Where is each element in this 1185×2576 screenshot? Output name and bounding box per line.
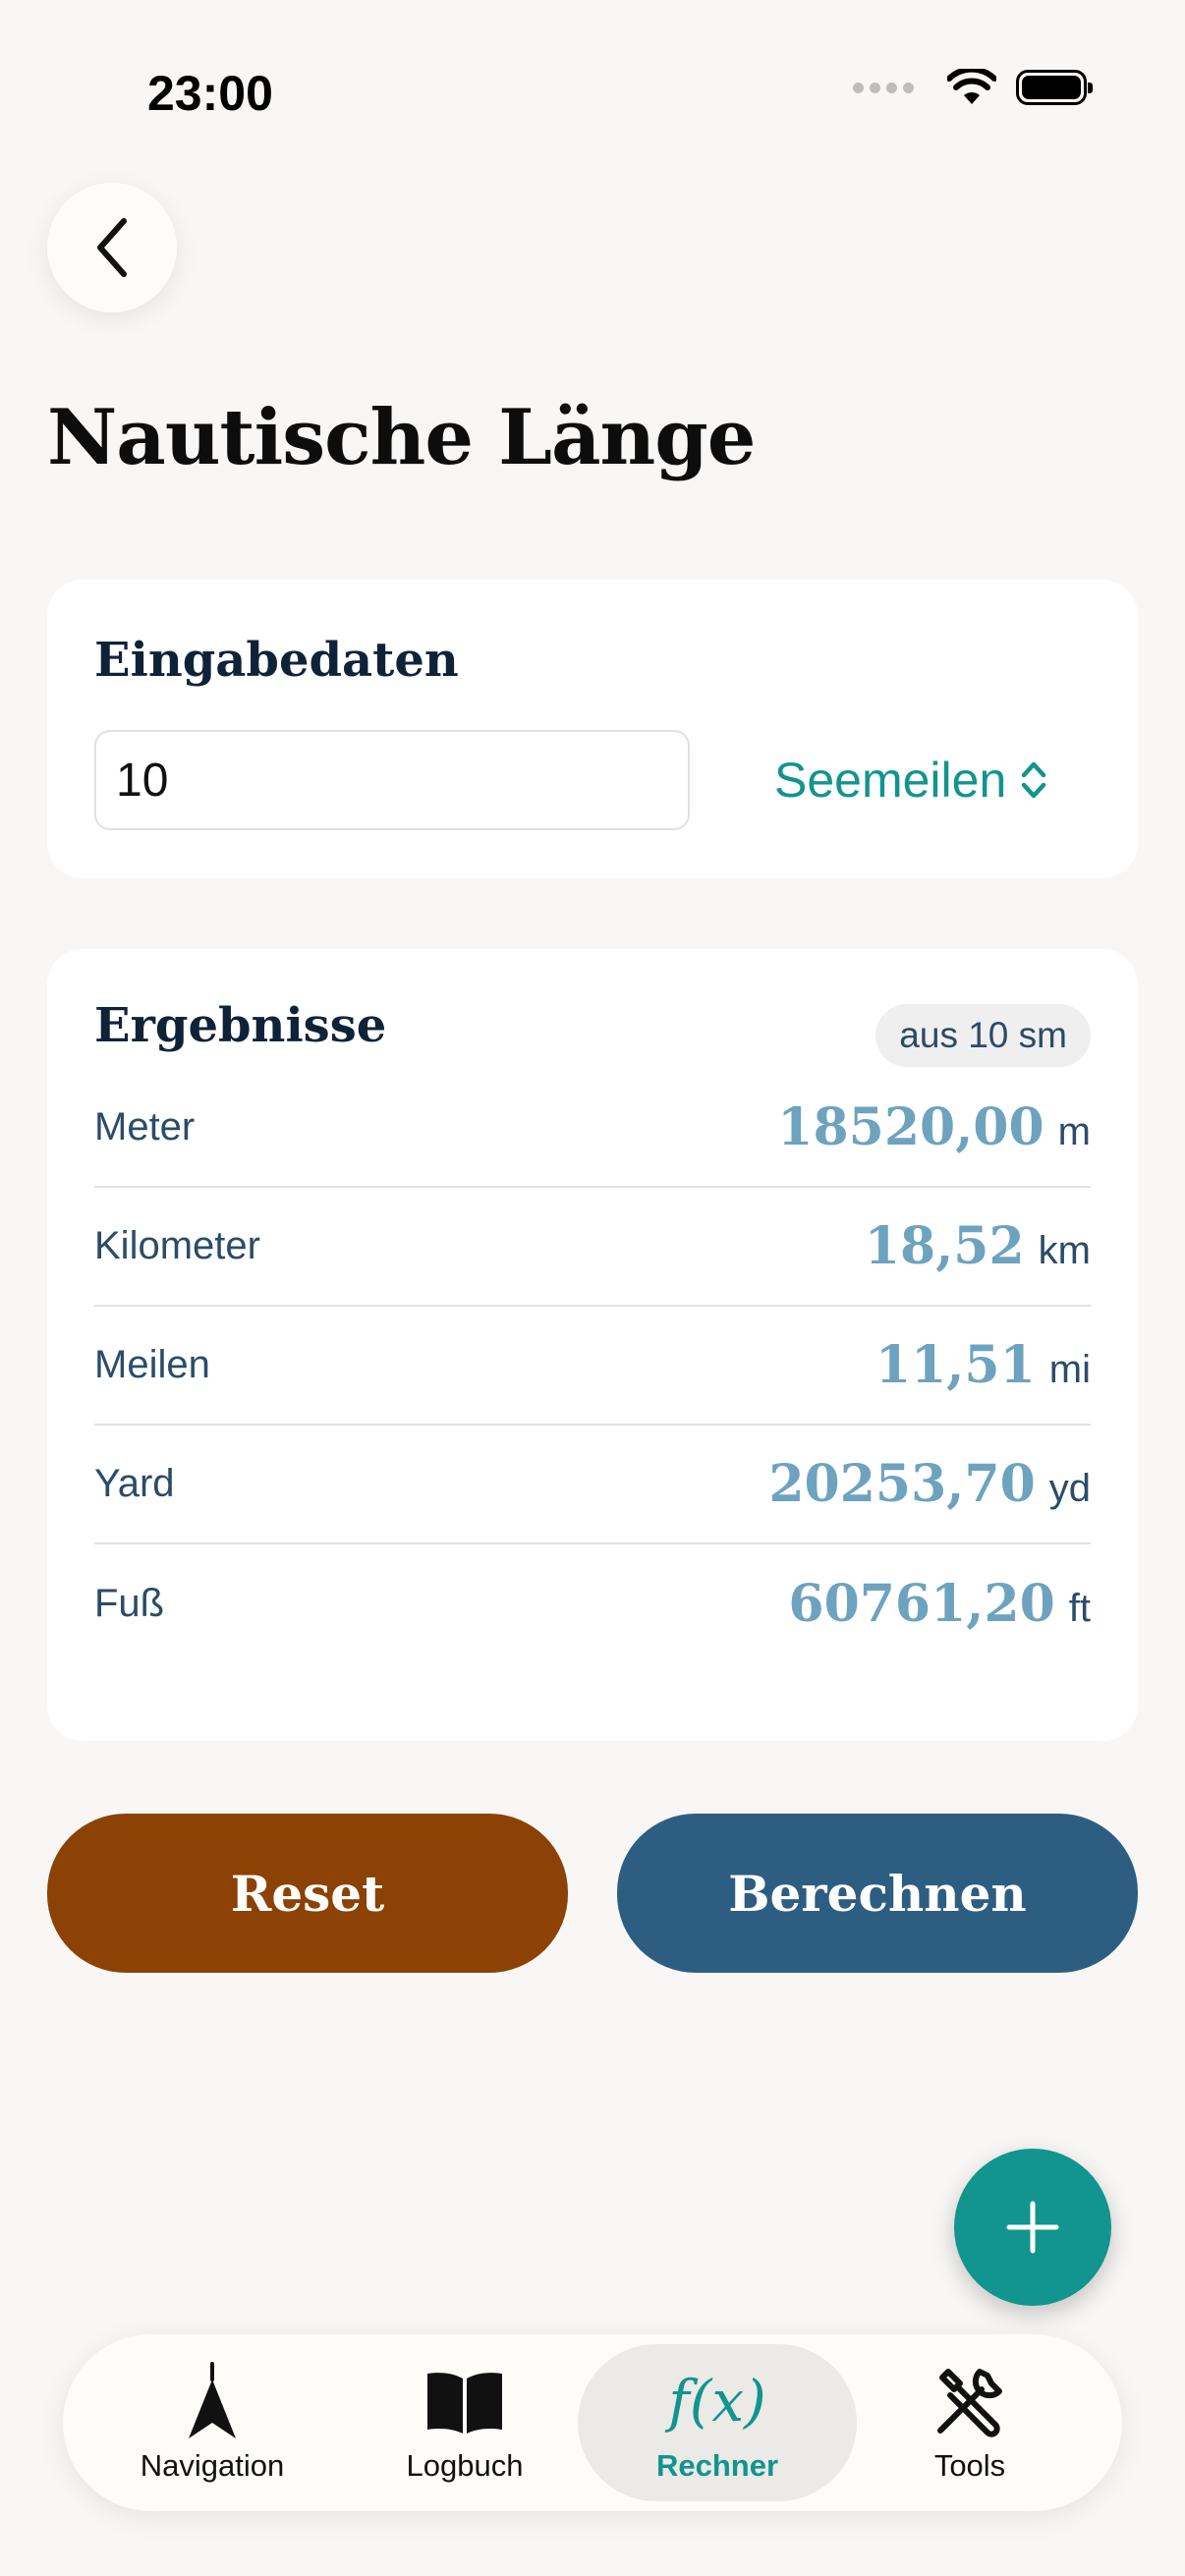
- result-label: Meilen: [94, 1343, 210, 1386]
- result-row-meter: Meter 18520,00 m: [94, 1069, 1091, 1188]
- tab-logbuch[interactable]: Logbuch: [325, 2344, 604, 2501]
- reset-button[interactable]: Reset: [47, 1814, 568, 1973]
- page-title: Nautische Länge: [47, 393, 756, 482]
- plus-icon: [1006, 2201, 1059, 2254]
- battery-icon: [1016, 70, 1093, 105]
- result-unit: mi: [1048, 1348, 1091, 1391]
- back-button[interactable]: [47, 183, 177, 312]
- result-row-meilen: Meilen 11,51 mi: [94, 1307, 1091, 1426]
- source-chip: aus 10 sm: [875, 1004, 1091, 1067]
- add-fab-button[interactable]: [954, 2149, 1111, 2306]
- status-time: 23:00: [147, 66, 273, 121]
- result-unit: m: [1057, 1110, 1091, 1153]
- function-glyph: f(x): [668, 2368, 766, 2435]
- unit-select-label: Seemeilen: [774, 753, 1007, 808]
- book-icon: [423, 2362, 506, 2440]
- unit-select[interactable]: Seemeilen: [774, 745, 1047, 815]
- chevron-up-down-icon: [1022, 761, 1046, 799]
- result-value-group: 60761,20 ft: [788, 1574, 1091, 1634]
- tab-rechner[interactable]: f(x) Rechner: [578, 2344, 857, 2501]
- tab-tools[interactable]: Tools: [830, 2344, 1109, 2501]
- function-icon: f(x): [668, 2362, 765, 2440]
- input-card: Eingabedaten Seemeilen: [47, 580, 1138, 878]
- value-input[interactable]: [94, 730, 690, 830]
- tools-icon: [931, 2362, 1009, 2440]
- cellular-signal-icon: [853, 82, 914, 93]
- tab-navigation[interactable]: Navigation: [73, 2344, 352, 2501]
- results-card: Ergebnisse aus 10 sm Meter 18520,00 m Ki…: [47, 949, 1138, 1741]
- result-value-group: 18520,00 m: [777, 1097, 1091, 1157]
- result-value: 18520,00: [777, 1097, 1044, 1157]
- result-row-yard: Yard 20253,70 yd: [94, 1426, 1091, 1544]
- tab-label: Logbuch: [406, 2448, 524, 2483]
- result-label: Fuß: [94, 1582, 165, 1625]
- input-card-heading: Eingabedaten: [94, 633, 459, 688]
- result-value: 11,51: [875, 1335, 1036, 1395]
- result-value-group: 20253,70 yd: [768, 1454, 1091, 1514]
- result-unit: yd: [1048, 1467, 1091, 1510]
- calculate-button[interactable]: Berechnen: [617, 1814, 1138, 1973]
- result-value: 60761,20: [788, 1574, 1055, 1634]
- status-indicators: [853, 69, 1093, 106]
- tab-label: Rechner: [655, 2448, 779, 2483]
- result-label: Kilometer: [94, 1224, 260, 1267]
- result-row-fuss: Fuß 60761,20 ft: [94, 1544, 1091, 1663]
- result-value-group: 11,51 mi: [875, 1335, 1091, 1395]
- tab-bar: Navigation Logbuch f(x) Rechner Tools: [63, 2334, 1122, 2511]
- chevron-left-icon: [97, 218, 127, 277]
- result-row-kilometer: Kilometer 18,52 km: [94, 1188, 1091, 1307]
- result-value: 18,52: [864, 1216, 1025, 1276]
- result-label: Yard: [94, 1462, 175, 1505]
- result-unit: km: [1038, 1229, 1091, 1272]
- results-card-heading: Ergebnisse: [94, 998, 387, 1053]
- navigation-arrow-icon: [183, 2362, 242, 2440]
- wifi-icon: [947, 69, 996, 104]
- result-value: 20253,70: [768, 1454, 1036, 1514]
- tab-label: Tools: [933, 2448, 1006, 2483]
- result-label: Meter: [94, 1105, 196, 1148]
- result-unit: ft: [1068, 1587, 1091, 1630]
- result-value-group: 18,52 km: [865, 1216, 1091, 1276]
- tab-label: Navigation: [140, 2448, 285, 2483]
